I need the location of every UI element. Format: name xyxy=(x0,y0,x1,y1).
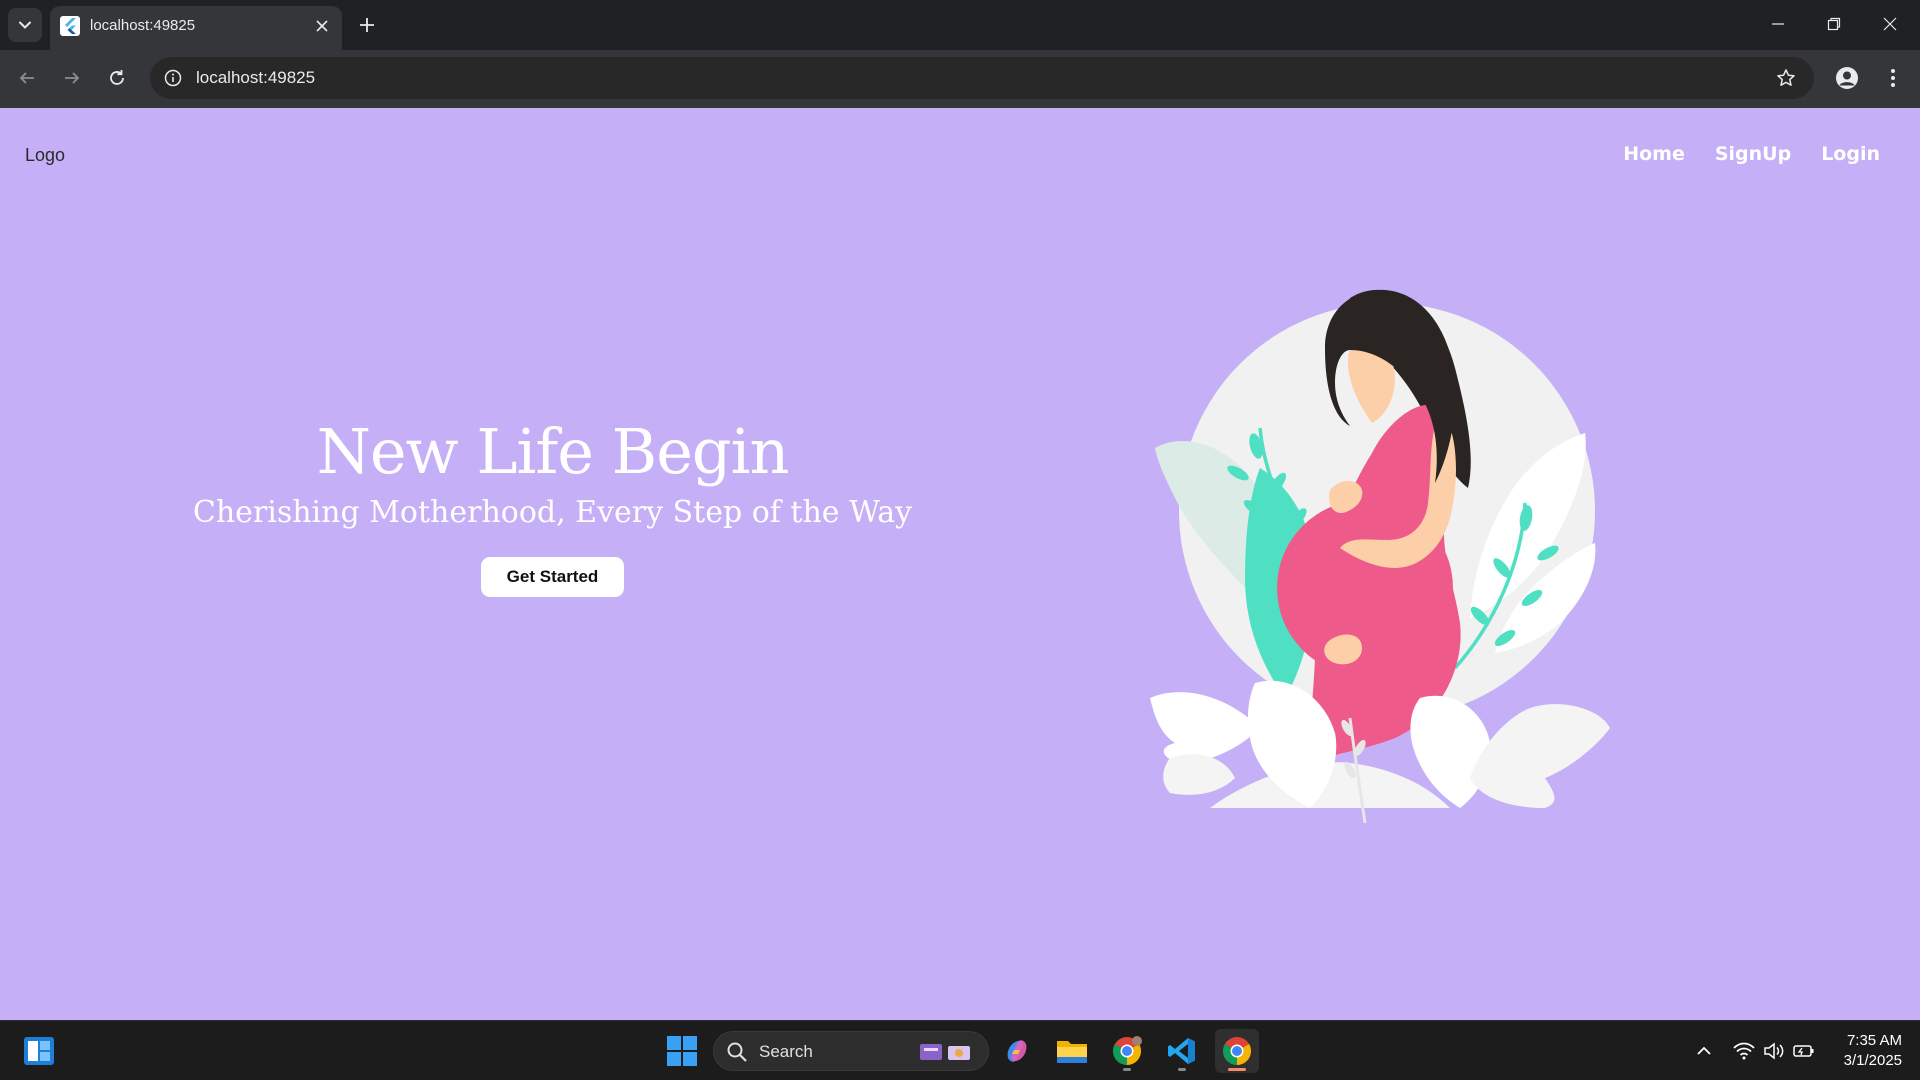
taskbar-search-label: Search xyxy=(759,1042,813,1061)
running-indicator xyxy=(1178,1068,1186,1071)
nav-link-signup[interactable]: SignUp xyxy=(1715,141,1791,167)
search-icon xyxy=(727,1042,747,1062)
more-vert-icon xyxy=(1891,69,1895,87)
chrome-icon xyxy=(1113,1036,1142,1065)
close-icon xyxy=(1883,17,1897,31)
address-bar[interactable]: localhost:49825 xyxy=(150,57,1814,99)
chrome-icon xyxy=(1223,1037,1251,1065)
bookmark-star-icon[interactable] xyxy=(1774,66,1798,90)
site-nav: Home SignUp Login xyxy=(1623,141,1880,167)
browser-tab-strip: localhost:49825 xyxy=(0,0,1920,50)
nav-link-login[interactable]: Login xyxy=(1821,141,1880,167)
get-started-button[interactable]: Get Started xyxy=(480,557,625,597)
close-window-button[interactable] xyxy=(1870,6,1910,42)
tab-close-button[interactable] xyxy=(312,16,332,36)
flutter-favicon-icon xyxy=(60,16,80,36)
start-button[interactable] xyxy=(664,1033,700,1069)
reload-button[interactable] xyxy=(100,61,134,95)
reload-icon xyxy=(110,70,124,85)
site-logo[interactable]: Logo xyxy=(25,143,65,167)
arrow-right-icon xyxy=(65,72,80,84)
widgets-button[interactable] xyxy=(22,1035,56,1067)
profile-button[interactable] xyxy=(1830,61,1864,95)
vscode-icon xyxy=(1168,1038,1195,1064)
widgets-icon xyxy=(24,1037,54,1065)
nav-link-home[interactable]: Home xyxy=(1623,141,1685,167)
back-button[interactable] xyxy=(10,61,44,95)
restore-button[interactable] xyxy=(1814,6,1854,42)
volume-button[interactable] xyxy=(1762,1039,1786,1063)
profile-icon xyxy=(1836,67,1858,89)
volume-icon xyxy=(1764,1042,1784,1060)
wifi-status-button[interactable] xyxy=(1732,1039,1756,1063)
minimize-button[interactable] xyxy=(1758,6,1798,42)
battery-button[interactable] xyxy=(1792,1039,1816,1063)
clock-date: 3/1/2025 xyxy=(1843,1052,1902,1069)
restore-icon xyxy=(1827,17,1841,31)
clock-time: 7:35 AM xyxy=(1846,1032,1902,1049)
forward-button[interactable] xyxy=(55,61,89,95)
web-page: Logo Home SignUp Login New Life Begin Ch… xyxy=(0,108,1920,1020)
tab-search-button[interactable] xyxy=(8,8,42,42)
tab-title: localhost:49825 xyxy=(90,17,196,34)
site-info-icon[interactable] xyxy=(162,67,184,89)
arrow-left-icon xyxy=(19,72,34,84)
windows-logo-icon xyxy=(667,1036,697,1066)
plus-icon xyxy=(360,18,374,32)
file-explorer-icon xyxy=(1057,1041,1087,1063)
taskbar-clock[interactable]: 7:35 AM 3/1/2025 xyxy=(1822,1031,1902,1071)
search-highlight-icon xyxy=(920,1044,970,1060)
taskbar-app-chrome-profile[interactable] xyxy=(1105,1029,1149,1073)
taskbar-app-vscode[interactable] xyxy=(1160,1029,1204,1073)
pregnant-woman-illustration xyxy=(1150,289,1610,824)
wifi-icon xyxy=(1733,1042,1755,1060)
taskbar-app-file-explorer[interactable] xyxy=(1050,1029,1094,1073)
hero-subtitle: Cherishing Motherhood, Every Step of the… xyxy=(192,495,913,530)
show-hidden-icons-button[interactable] xyxy=(1692,1039,1716,1063)
windows-taskbar: Search 7:35 AM 3/1/2025 xyxy=(0,1020,1920,1080)
hero-title: New Life Begin xyxy=(316,415,790,488)
chevron-up-icon xyxy=(1697,1046,1711,1055)
copilot-icon xyxy=(1007,1040,1027,1062)
new-tab-button[interactable] xyxy=(352,10,382,40)
address-bar-url: localhost:49825 xyxy=(196,68,316,87)
browser-menu-button[interactable] xyxy=(1876,61,1910,95)
close-icon xyxy=(316,20,328,32)
running-indicator xyxy=(1123,1068,1131,1071)
taskbar-app-copilot[interactable] xyxy=(995,1029,1039,1073)
active-indicator xyxy=(1228,1068,1246,1071)
browser-toolbar: localhost:49825 xyxy=(0,50,1920,108)
browser-tab[interactable]: localhost:49825 xyxy=(50,6,342,50)
hero-section: New Life Begin Cherishing Motherhood, Ev… xyxy=(150,413,955,597)
chevron-down-icon xyxy=(19,21,31,29)
minimize-icon xyxy=(1772,23,1784,25)
battery-icon xyxy=(1793,1045,1814,1057)
taskbar-search-box[interactable]: Search xyxy=(713,1031,989,1071)
taskbar-app-chrome[interactable] xyxy=(1215,1029,1259,1073)
